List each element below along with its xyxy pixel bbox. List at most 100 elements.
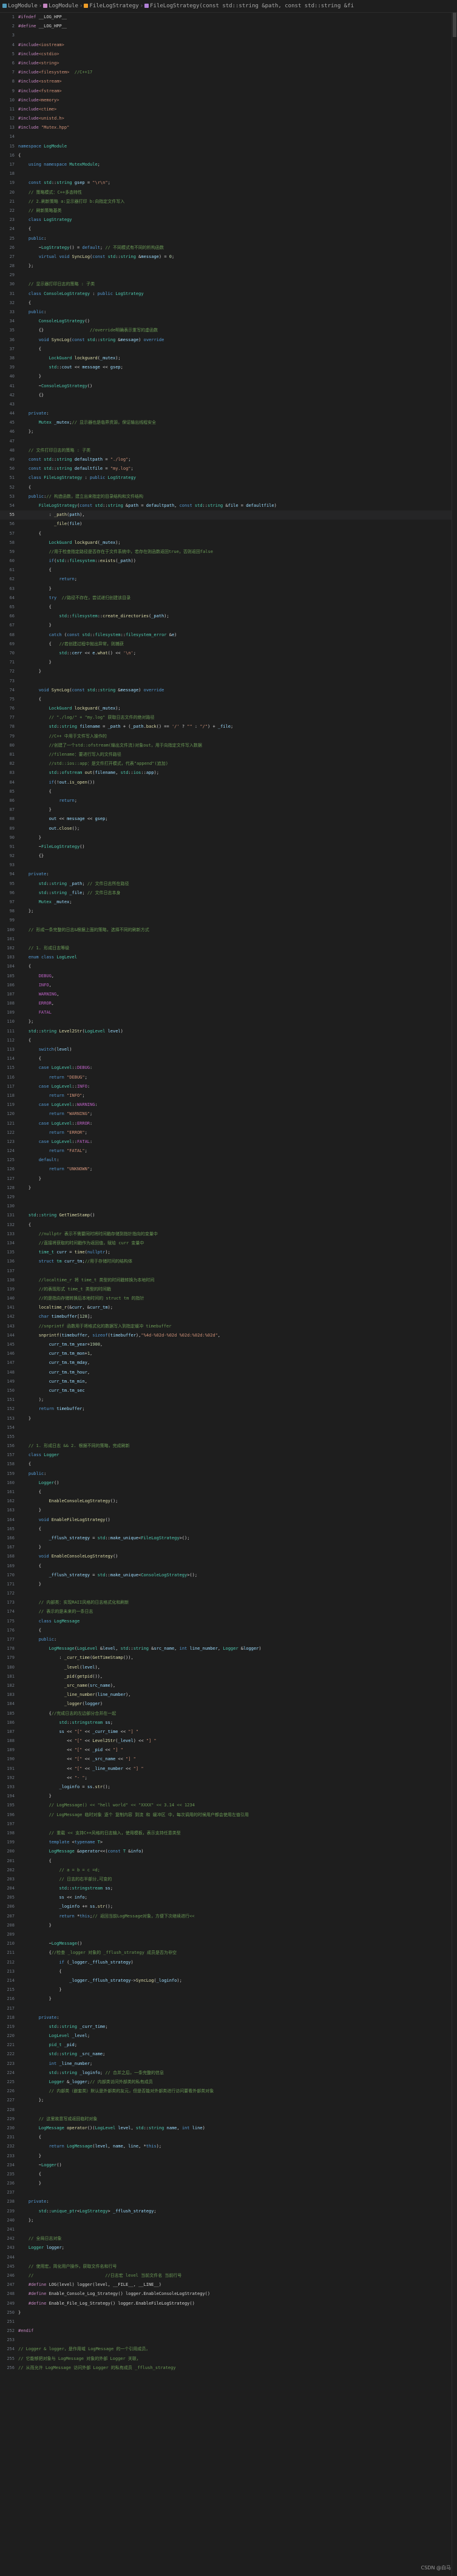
code-line[interactable]: 159 public:: [0, 1469, 457, 1479]
code-line[interactable]: 102 // 1. 形成日志等级: [0, 944, 457, 953]
code-line[interactable]: 145 curr_tm.tm_year+1900,: [0, 1340, 457, 1349]
line-text[interactable]: #include<sstream>: [18, 79, 62, 84]
code-line[interactable]: 73: [0, 677, 457, 686]
line-text[interactable]: std::stringstream ss;: [18, 1886, 113, 1891]
code-line[interactable]: 132 {: [0, 1221, 457, 1230]
breadcrumb-item-method[interactable]: FileLogStrategy(const std::string &path,…: [150, 3, 354, 9]
code-line[interactable]: 176 {: [0, 1626, 457, 1635]
code-line[interactable]: 45 Mutex _mutex;// 显示器也是临界资源，保证输出线程安全: [0, 418, 457, 427]
code-line[interactable]: 223 int _line_number;: [0, 2059, 457, 2069]
code-line[interactable]: 89 out.close();: [0, 824, 457, 833]
code-line[interactable]: 56 _file(file): [0, 520, 457, 529]
line-text[interactable]: LockGuard lockguard(_mutex);: [18, 706, 121, 711]
code-line[interactable]: 136 struct tm curr_tm;//用于存储时间的结构体: [0, 1257, 457, 1266]
code-line[interactable]: 233 }: [0, 2152, 457, 2161]
code-line[interactable]: 168 void EnableConsoleLogStrategy(): [0, 1552, 457, 1561]
code-line[interactable]: 21 // 2.刷新策略 a:显示器打印 b:向指定文件写入: [0, 197, 457, 206]
code-line[interactable]: 169 {: [0, 1562, 457, 1571]
code-line[interactable]: 10 #include<memory>: [0, 96, 457, 105]
code-line[interactable]: 115 case LogLevel::DEBUG:: [0, 1063, 457, 1073]
code-line[interactable]: 240 };: [0, 2216, 457, 2225]
line-text[interactable]: {: [18, 1969, 61, 1974]
code-line[interactable]: 123 case LogLevel::FATAL:: [0, 1137, 457, 1147]
code-line[interactable]: 104 {: [0, 962, 457, 971]
line-text[interactable]: << "[" << Level2Str(_level) << "] ": [18, 1738, 157, 1743]
line-text[interactable]: EnableConsoleLogStrategy();: [18, 1499, 118, 1503]
code-line[interactable]: 98 };: [0, 907, 457, 916]
line-text[interactable]: enum class LogLevel: [18, 955, 77, 960]
code-line[interactable]: 54 FileLogStrategy(const std::string &pa…: [0, 501, 457, 510]
code-line[interactable]: 231 {: [0, 2133, 457, 2142]
line-text[interactable]: //的表现形式 time_t 类型的时间戳: [18, 1287, 111, 1292]
line-text[interactable]: _fflush_strategy = std::make_unique<Cons…: [18, 1573, 197, 1578]
code-line[interactable]: 225 Logger &_logger;// 内部类访问外部类的私有成员: [0, 2078, 457, 2087]
line-text[interactable]: #include<fstream>: [18, 89, 62, 93]
line-text[interactable]: // 内部类（嵌套类）默认是外部类的友元，但是否能对外部类进行访问要看外部类对象: [18, 2089, 214, 2093]
line-text[interactable]: #define __LOG_HPP__: [18, 24, 67, 29]
line-text[interactable]: //直接将获取的时间戳作为返回值，赋给 curr 变量中: [18, 1241, 144, 1246]
code-line[interactable]: 213 {: [0, 1967, 457, 1976]
line-text[interactable]: }: [18, 1416, 31, 1421]
line-text[interactable]: curr_tm.tm_mday,: [18, 1360, 90, 1365]
line-text[interactable]: public:: [18, 310, 47, 314]
line-text[interactable]: {: [18, 1038, 31, 1043]
line-text[interactable]: return "ERROR";: [18, 1130, 87, 1135]
code-line[interactable]: 182 _src_name(src_name),: [0, 1681, 457, 1690]
line-text[interactable]: pid_t _pid;: [18, 2042, 77, 2047]
code-line[interactable]: 210 ~LogMessage(): [0, 1939, 457, 1948]
code-line[interactable]: 6 #include<string>: [0, 59, 457, 68]
code-line[interactable]: 201 {: [0, 1857, 457, 1866]
code-line[interactable]: 62 return;: [0, 575, 457, 584]
line-text[interactable]: };: [18, 1019, 33, 1024]
code-line[interactable]: 22 // 刷新策略基类: [0, 206, 457, 215]
line-text[interactable]: }: [18, 1508, 41, 1513]
code-line[interactable]: 206 _loginfo += ss.str();: [0, 1902, 457, 1911]
code-line[interactable]: 190 << "[" << _src_name << "] ": [0, 1755, 457, 1764]
code-line[interactable]: 135 time_t curr = time(nullptr);: [0, 1248, 457, 1257]
code-line[interactable]: 212 if (_logger._fflush_strategy): [0, 1958, 457, 1967]
code-line[interactable]: 92 {}: [0, 852, 457, 861]
code-line[interactable]: 59 //用于检查指定路径是否存在于文件系统中，若存在则函数返回true，否则返…: [0, 547, 457, 557]
code-line[interactable]: 39 std::cout << message << gsep;: [0, 363, 457, 372]
line-text[interactable]: case LogLevel::ERROR:: [18, 1121, 93, 1126]
line-text[interactable]: //用于检查指定路径是否存在于文件系统中，若存在则函数返回true，否则返回fa…: [18, 549, 213, 554]
code-line[interactable]: 5 #include<cstdio>: [0, 50, 457, 59]
code-line[interactable]: 110 };: [0, 1017, 457, 1026]
line-text[interactable]: }: [18, 1794, 52, 1798]
line-text[interactable]: localtime_r(&curr, &curr_tm);: [18, 1305, 113, 1310]
line-text[interactable]: // Logger & logger，是作用域 LogMessage 的一个引用…: [18, 2347, 150, 2351]
code-line[interactable]: 180 _level(level),: [0, 1663, 457, 1672]
code-line[interactable]: 28 };: [0, 262, 457, 271]
code-line[interactable]: 52 {: [0, 483, 457, 492]
line-text[interactable]: return *this;// 返回当前LogMessage对象，方便下次继续进…: [18, 1914, 194, 1919]
line-text[interactable]: << "[" << _pid << "] ": [18, 1747, 123, 1752]
code-line[interactable]: 33 public:: [0, 308, 457, 317]
code-line[interactable]: 189 << "[" << _pid << "] ": [0, 1746, 457, 1755]
line-text[interactable]: _file(file): [18, 521, 82, 526]
code-line[interactable]: 149 curr_tm.tm_min,: [0, 1377, 457, 1386]
code-line[interactable]: 129: [0, 1193, 457, 1202]
line-text[interactable]: }: [18, 660, 52, 665]
code-line[interactable]: 96 std::string _file; // 文件日志本身: [0, 889, 457, 898]
code-line[interactable]: 191 << "[" << _line_number << "] ": [0, 1764, 457, 1774]
code-line[interactable]: 11 #include<ctime>: [0, 105, 457, 114]
code-line[interactable]: 148 curr_tm.tm_hour,: [0, 1368, 457, 1377]
line-text[interactable]: const std::string gsep = "\r\n";: [18, 180, 110, 185]
line-text[interactable]: template <typename T>: [18, 1840, 103, 1845]
vertical-scrollbar[interactable]: [452, 13, 457, 2576]
code-line[interactable]: 218 private:: [0, 2013, 457, 2022]
code-line[interactable]: 81 //filename：要进行写入的文件路径: [0, 750, 457, 759]
code-line[interactable]: 68 catch (const std::filesystem::filesys…: [0, 631, 457, 640]
code-line[interactable]: 171 }: [0, 1580, 457, 1589]
line-text[interactable]: private:: [18, 872, 49, 876]
line-text[interactable]: //filename：要进行写入的文件路径: [18, 752, 121, 757]
code-line[interactable]: 69 { //若创建过程中抛出异常，则捕获: [0, 640, 457, 649]
line-text[interactable]: curr_tm.tm_hour,: [18, 1370, 90, 1375]
code-line[interactable]: 118 return "INFO";: [0, 1091, 457, 1100]
code-line[interactable]: 71 }: [0, 658, 457, 667]
line-text[interactable]: class Logger: [18, 1452, 59, 1457]
code-line[interactable]: 79 //C++ 中用于文件写入操作的: [0, 732, 457, 741]
code-line[interactable]: 119 case LogLevel::WARNING:: [0, 1100, 457, 1110]
line-text[interactable]: time_t curr = time(nullptr);: [18, 1250, 110, 1255]
code-line[interactable]: 147 curr_tm.tm_mday,: [0, 1358, 457, 1368]
